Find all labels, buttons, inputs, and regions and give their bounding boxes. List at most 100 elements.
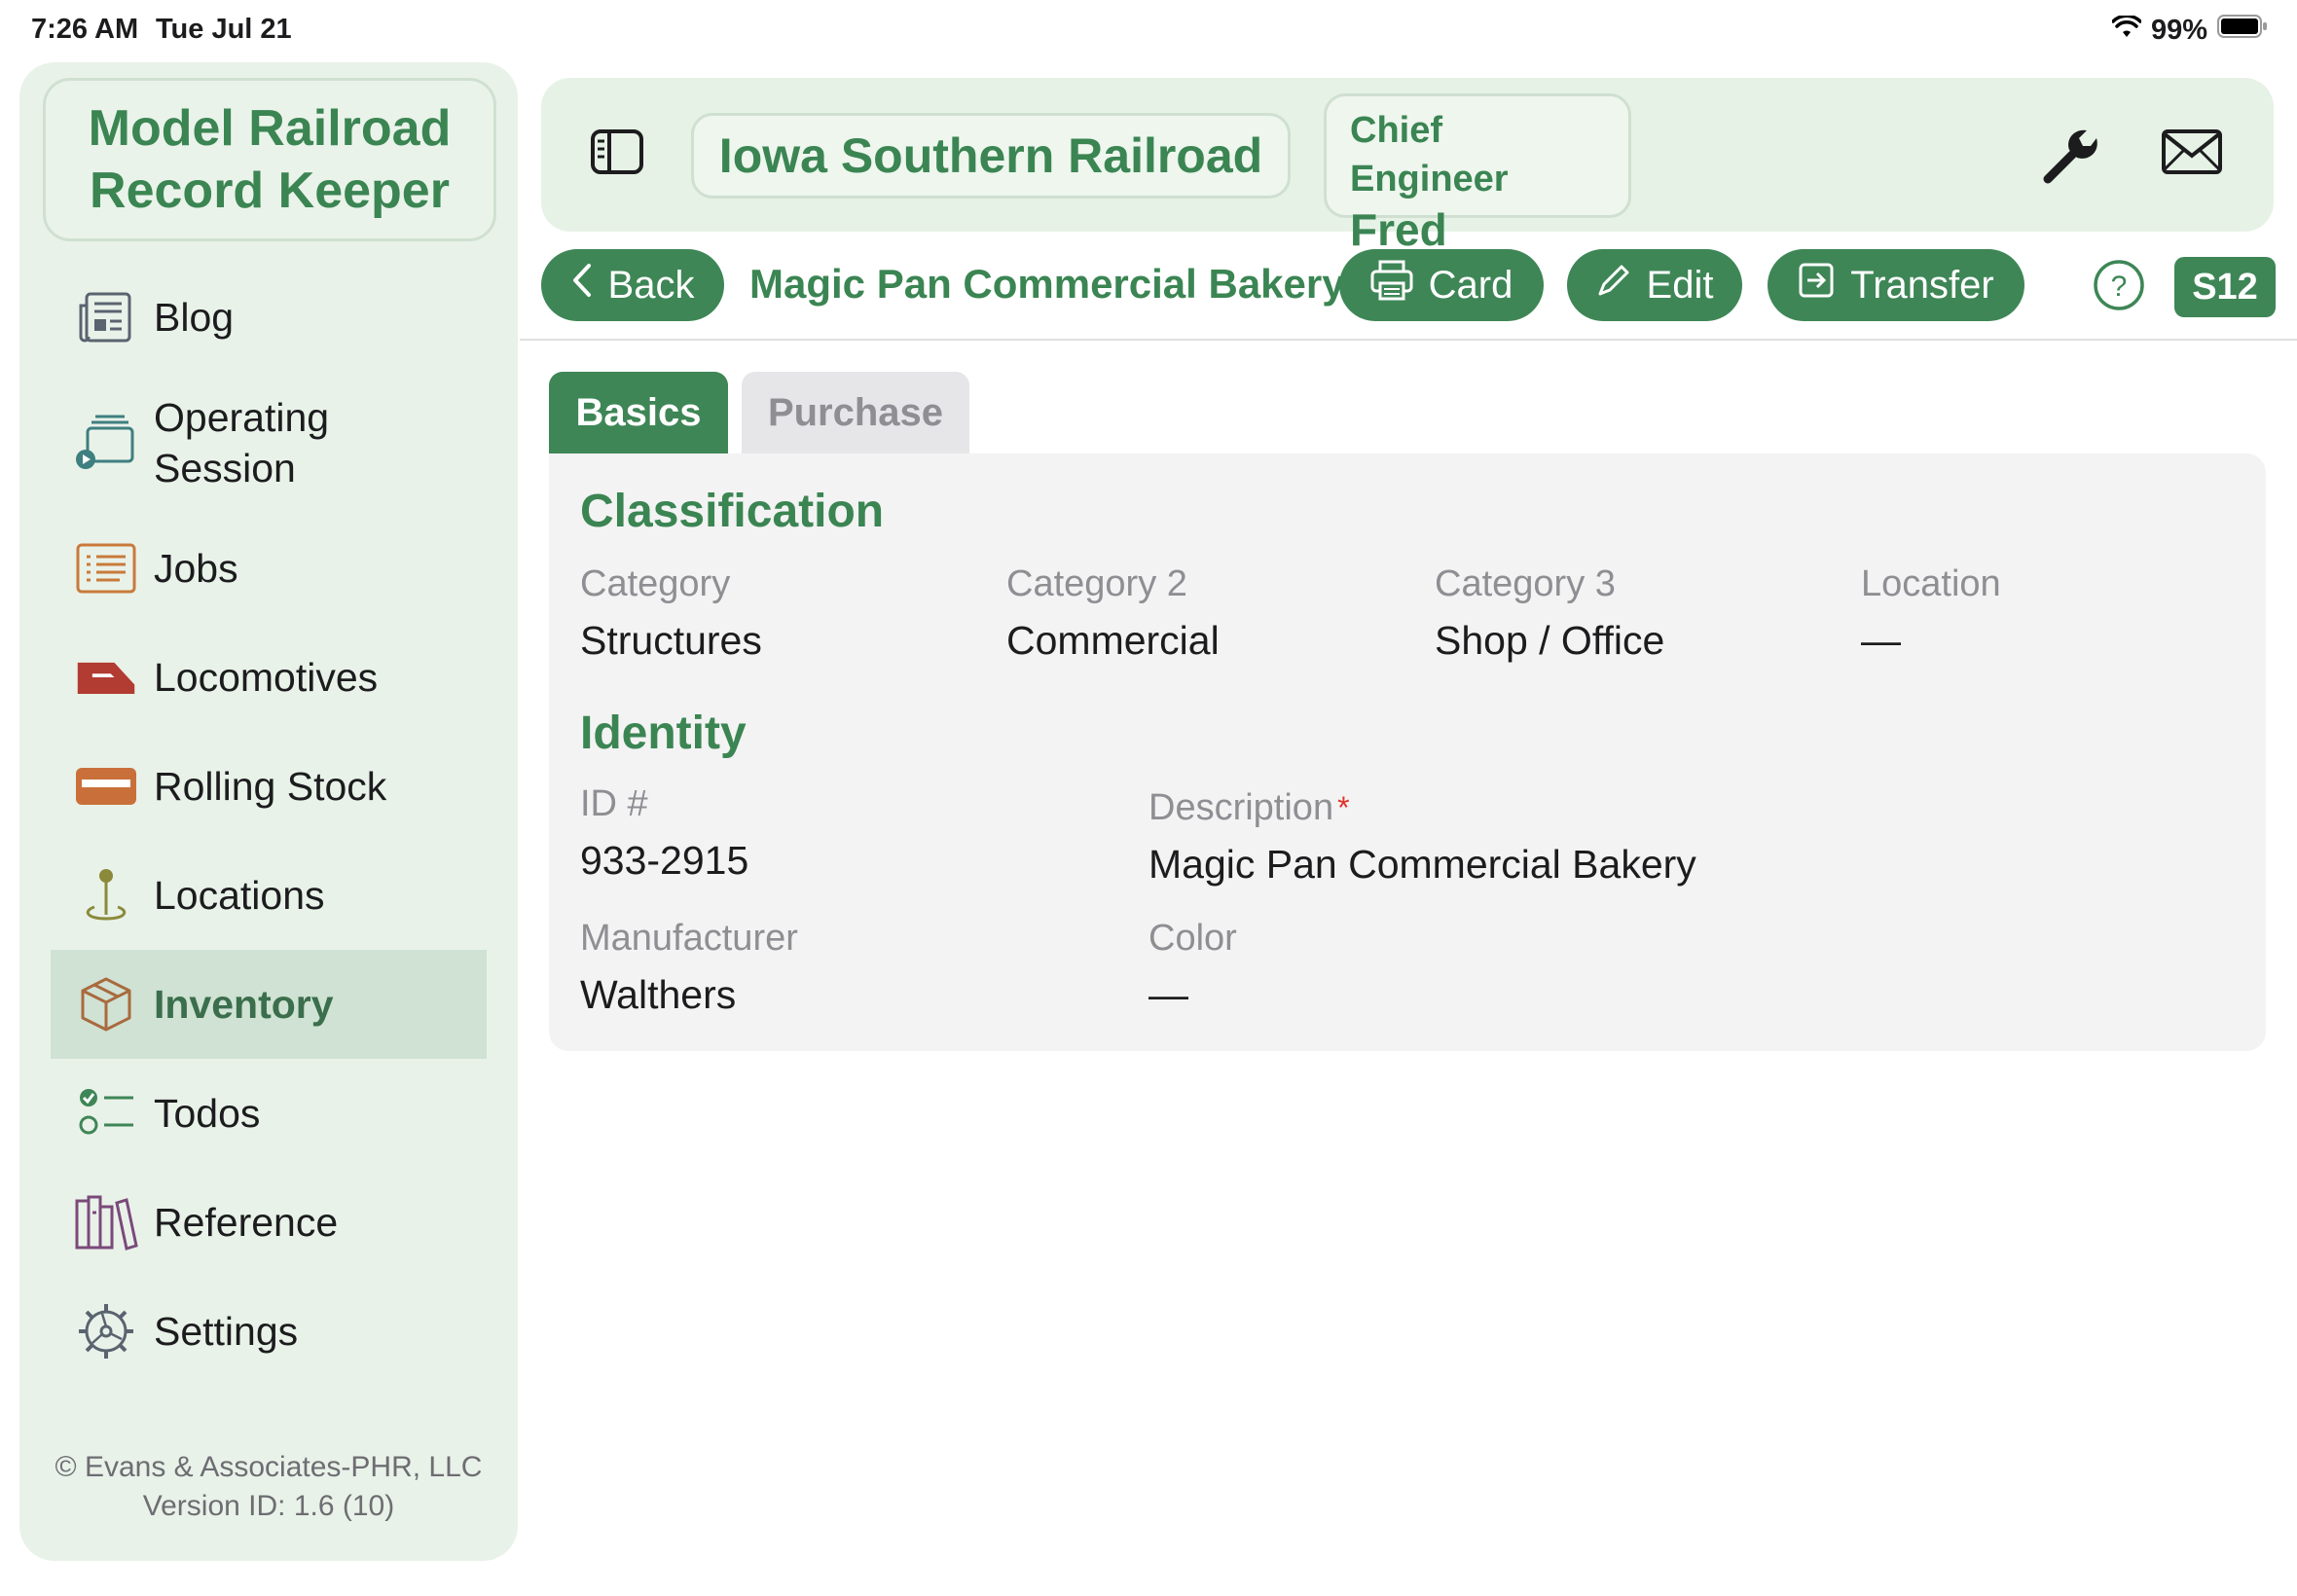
card-button-label: Card [1428, 263, 1513, 307]
user-name: Fred [1350, 204, 1447, 255]
category3-value: Shop / Office [1435, 618, 1665, 663]
user-role: Chief Engineer [1350, 110, 1509, 200]
printer-icon [1370, 260, 1413, 310]
sidebar-item-locomotives[interactable]: Locomotives [51, 623, 487, 732]
app-title-box: Model Railroad Record Keeper [43, 78, 496, 241]
railroad-selector[interactable]: Iowa Southern Railroad [691, 113, 1291, 199]
sidebar-item-label: Operating Session [154, 395, 330, 490]
rolling-stock-icon [74, 754, 138, 818]
sidebar-item-label: Reference [154, 1200, 339, 1245]
version-text: Version ID: 1.6 (10) [142, 1490, 395, 1522]
battery-icon [2217, 14, 2268, 47]
header-bar: Iowa Southern Railroad Chief Engineer Fr… [541, 78, 2274, 255]
sidebar-item-label: Blog [154, 295, 235, 340]
sidebar-toggle-icon[interactable] [590, 128, 644, 183]
identity-heading: Identity [580, 707, 747, 759]
svg-text:?: ? [2111, 271, 2128, 303]
location-field: Location — [1861, 561, 2001, 668]
sidebar-item-label: Jobs [154, 546, 238, 591]
description-label: Description [1148, 787, 1334, 828]
status-bar: 7:26 AM Tue Jul 21 99% [0, 0, 2297, 62]
sidebar-nav: Blog Operating Session Jobs Locomotives … [51, 263, 487, 1386]
sidebar-item-blog[interactable]: Blog [51, 263, 487, 372]
description-label-row: Description * [1148, 784, 1696, 831]
sidebar-footer: © Evans & Associates-PHR, LLC Version ID… [19, 1448, 518, 1526]
category2-field: Category 2 Commercial [1006, 561, 1220, 668]
category3-field: Category 3 Shop / Office [1435, 561, 1664, 668]
category-label: Category [580, 563, 731, 604]
color-field: Color — [1148, 915, 1237, 1022]
wrench-icon[interactable] [2040, 125, 2102, 187]
copyright-text: © Evans & Associates-PHR, LLC [55, 1451, 483, 1483]
sidebar-item-reference[interactable]: Reference [51, 1168, 487, 1277]
help-icon[interactable]: ? [2093, 259, 2145, 311]
transfer-button[interactable]: Transfer [1768, 249, 2024, 321]
back-button[interactable]: Back [541, 249, 724, 321]
status-date: Tue Jul 21 [156, 14, 292, 45]
color-label: Color [1148, 918, 1237, 959]
sidebar-item-locations[interactable]: Locations [51, 841, 487, 950]
chevron-left-icon [571, 263, 593, 308]
id-value: 933-2915 [580, 838, 749, 883]
sidebar-item-label: Locomotives [154, 655, 379, 700]
category2-label: Category 2 [1006, 563, 1187, 604]
sidebar-item-inventory[interactable]: Inventory [51, 950, 487, 1059]
mail-icon[interactable] [2161, 128, 2223, 183]
category3-label: Category 3 [1435, 563, 1616, 604]
sidebar-item-label: Todos [154, 1091, 261, 1136]
category-value: Structures [580, 618, 762, 663]
sidebar-item-label: Rolling Stock [154, 764, 387, 809]
sidebar-item-jobs[interactable]: Jobs [51, 514, 487, 623]
description-value: Magic Pan Commercial Bakery [1148, 842, 1696, 887]
sidebar-item-rolling-stock[interactable]: Rolling Stock [51, 732, 487, 841]
classification-heading: Classification [580, 486, 885, 537]
location-pin-icon [74, 863, 138, 927]
transfer-icon [1798, 262, 1835, 308]
manufacturer-field: Manufacturer Walthers [580, 915, 798, 1022]
sidebar: Model Railroad Record Keeper Blog Operat… [19, 62, 518, 1561]
sidebar-item-label: Inventory [154, 982, 334, 1027]
category-field: Category Structures [580, 561, 762, 668]
id-label: ID # [580, 783, 648, 824]
sidebar-item-operating-session[interactable]: Operating Session [51, 372, 487, 514]
sidebar-item-label: Settings [154, 1309, 299, 1354]
transfer-button-label: Transfer [1850, 263, 1994, 307]
checklist-icon [74, 1081, 138, 1145]
tab-basics[interactable]: Basics [549, 372, 728, 453]
manufacturer-label: Manufacturer [580, 918, 798, 959]
pencil-icon [1596, 263, 1631, 308]
app-title: Model Railroad Record Keeper [88, 100, 452, 219]
basics-panel: Classification Category Structures Categ… [549, 453, 2266, 1051]
edit-button-label: Edit [1646, 263, 1714, 307]
railroad-name: Iowa Southern Railroad [718, 128, 1263, 183]
location-label: Location [1861, 563, 2001, 604]
scale-badge[interactable]: S12 [2174, 257, 2276, 317]
status-indicators: 99% [2111, 14, 2268, 47]
sidebar-item-label: Locations [154, 873, 325, 918]
item-title: Magic Pan Commercial Bakery [749, 261, 1345, 307]
sidebar-item-todos[interactable]: Todos [51, 1059, 487, 1168]
battery-percent: 99% [2150, 14, 2207, 46]
card-button[interactable]: Card [1339, 249, 1544, 321]
toolbar-divider [520, 339, 2297, 341]
wifi-icon [2111, 14, 2142, 47]
manufacturer-value: Walthers [580, 972, 737, 1017]
id-field: ID # 933-2915 [580, 780, 748, 888]
box-icon [74, 972, 138, 1036]
books-icon [74, 1190, 138, 1254]
gear-icon [74, 1299, 138, 1363]
locomotive-icon [74, 645, 138, 709]
status-time: 7:26 AM [31, 14, 139, 45]
category2-value: Commercial [1006, 618, 1220, 663]
back-button-label: Back [607, 263, 695, 307]
tab-purchase[interactable]: Purchase [742, 372, 969, 453]
edit-button[interactable]: Edit [1567, 249, 1742, 321]
jobs-list-icon [74, 536, 138, 600]
location-value: — [1861, 618, 1901, 663]
sidebar-item-settings[interactable]: Settings [51, 1277, 487, 1386]
required-marker: * [1337, 790, 1350, 825]
color-value: — [1148, 972, 1188, 1017]
operating-session-icon [74, 411, 138, 475]
user-selector[interactable]: Chief Engineer Fred [1324, 93, 1631, 255]
description-field: Description * Magic Pan Commercial Bakery [1148, 784, 1696, 891]
